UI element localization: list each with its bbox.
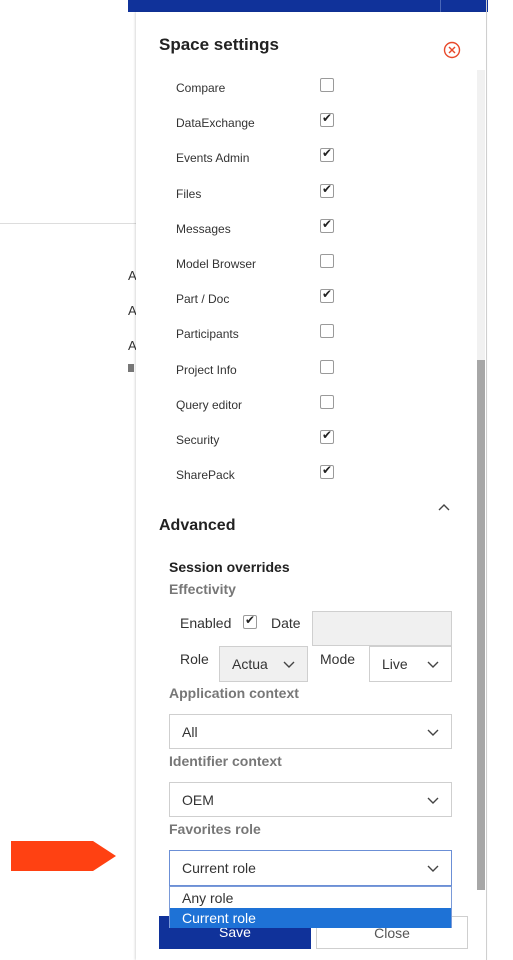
app-checkbox[interactable]: ✔ bbox=[320, 463, 334, 479]
application-context-select[interactable]: All bbox=[169, 714, 452, 749]
app-label: Compare bbox=[176, 81, 226, 95]
app-checkbox[interactable]: ✔ bbox=[320, 111, 334, 127]
identifier-context-value: OEM bbox=[182, 791, 214, 808]
check-icon: ✔ bbox=[245, 613, 256, 627]
app-label: Events Admin bbox=[176, 151, 250, 165]
date-field[interactable] bbox=[312, 611, 452, 646]
scrollbar-thumb[interactable] bbox=[477, 360, 485, 890]
check-icon: ✔ bbox=[322, 111, 333, 125]
chevron-down-icon bbox=[427, 865, 439, 872]
app-checkbox[interactable]: ✔ bbox=[320, 146, 334, 162]
enabled-checkbox[interactable]: ✔ bbox=[243, 613, 257, 629]
panel-border bbox=[486, 0, 487, 960]
chevron-down-icon bbox=[283, 661, 295, 668]
panel-title: Space settings bbox=[159, 35, 279, 54]
annotation-arrow-icon bbox=[11, 841, 116, 871]
app-checkbox[interactable] bbox=[320, 360, 334, 374]
app-checkbox[interactable]: ✔ bbox=[320, 217, 334, 233]
application-context-value: All bbox=[182, 723, 198, 740]
check-icon: ✔ bbox=[322, 428, 333, 442]
identifier-context-heading: Identifier context bbox=[169, 753, 282, 769]
date-label: Date bbox=[271, 615, 301, 631]
advanced-heading: Advanced bbox=[159, 517, 236, 534]
app-label: DataExchange bbox=[176, 116, 255, 130]
background-divider bbox=[0, 223, 136, 224]
mode-value: Live bbox=[382, 656, 408, 672]
role-value: Actua bbox=[232, 656, 268, 672]
app-checkbox[interactable] bbox=[320, 324, 334, 338]
check-icon: ✔ bbox=[322, 217, 333, 231]
check-icon: ✔ bbox=[322, 463, 333, 477]
app-checkbox[interactable]: ✔ bbox=[320, 428, 334, 444]
check-icon: ✔ bbox=[322, 146, 333, 160]
app-label: Query editor bbox=[176, 398, 243, 412]
session-overrides-label: Session overrides bbox=[169, 559, 290, 575]
app-label: Project Info bbox=[176, 363, 237, 377]
application-context-heading: Application context bbox=[169, 685, 299, 701]
app-label: Part / Doc bbox=[176, 292, 230, 306]
effectivity-heading: Effectivity bbox=[169, 581, 236, 597]
favorites-role-heading: Favorites role bbox=[169, 821, 261, 837]
app-checkbox[interactable] bbox=[320, 254, 334, 268]
identifier-context-select[interactable]: OEM bbox=[169, 782, 452, 817]
chevron-down-icon bbox=[427, 729, 439, 736]
background-handle bbox=[128, 364, 134, 372]
app-checkbox[interactable] bbox=[320, 395, 334, 409]
app-label: SharePack bbox=[176, 468, 235, 482]
app-label: Messages bbox=[176, 222, 231, 236]
favorites-role-select[interactable]: Current role bbox=[169, 850, 452, 886]
chevron-up-icon[interactable] bbox=[437, 502, 451, 512]
app-label: Model Browser bbox=[176, 257, 257, 271]
mode-select[interactable]: Live bbox=[369, 646, 452, 682]
chevron-down-icon bbox=[427, 797, 439, 804]
top-bar-divider bbox=[440, 0, 441, 12]
dropdown-option-any-role[interactable]: Any role bbox=[170, 888, 451, 908]
app-checkbox[interactable] bbox=[320, 78, 334, 92]
app-checkbox[interactable]: ✔ bbox=[320, 182, 334, 198]
enabled-label: Enabled bbox=[180, 615, 232, 631]
role-label: Role bbox=[180, 651, 209, 667]
chevron-down-icon bbox=[427, 661, 439, 668]
app-label: Participants bbox=[176, 327, 239, 341]
app-label: Security bbox=[176, 433, 220, 447]
check-icon: ✔ bbox=[322, 182, 333, 196]
app-checkbox[interactable]: ✔ bbox=[320, 287, 334, 303]
top-bar bbox=[128, 0, 488, 12]
check-icon: ✔ bbox=[322, 287, 333, 301]
dropdown-option-current-role[interactable]: Current role bbox=[170, 908, 451, 928]
favorites-role-dropdown: Any role Current role bbox=[169, 886, 452, 928]
favorites-role-value: Current role bbox=[182, 860, 256, 876]
role-select[interactable]: Actua bbox=[219, 646, 308, 682]
mode-label: Mode bbox=[320, 651, 356, 667]
app-label: Files bbox=[176, 187, 202, 201]
close-icon[interactable] bbox=[443, 41, 461, 59]
